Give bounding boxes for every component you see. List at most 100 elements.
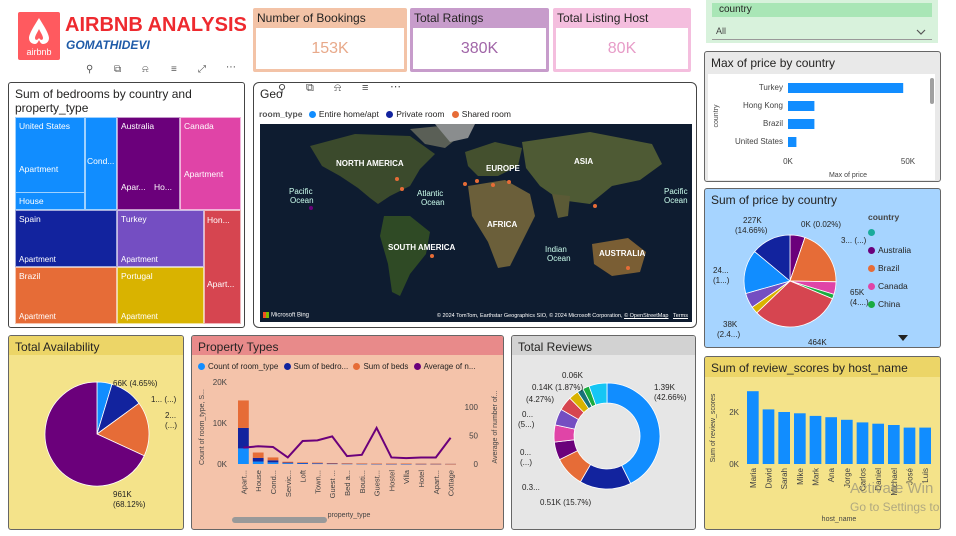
map-toolbar: ⚲ ⧉ ⍾ ≡ ⋯ [278,83,408,96]
property-types-chart[interactable]: Apart... House Cond... Servic... Loft Town...… [192,372,504,530]
property-types-category-label: Guest ... [328,470,337,498]
treemap-tile-portugal[interactable]: Portugal Apartment [117,267,204,324]
property-types-bar [386,463,397,465]
country-slicer[interactable]: country All [706,0,938,43]
treemap-tile-us-house[interactable]: House [15,192,85,210]
kpi-ratings[interactable]: Total Ratings 380K [410,8,549,72]
treemap-label-us-apartment: Apartment [19,164,59,174]
treemap-card[interactable]: Sum of bedrooms by country and property_… [8,82,245,328]
property-types-category-label: Hostel [387,470,396,492]
sum-price-card[interactable]: Sum of price by country 227K (14.66%) 0K (… [704,188,941,348]
property-types-legend: Count of room_type Sum of bedro... Sum o… [198,362,475,371]
pin-icon[interactable]: ⚲ [86,64,93,75]
availability-chart[interactable]: 66K (4.65%) 1... (...) 2...(...) 961K(68.12… [9,356,184,530]
property-types-category-label: Apart... [239,470,248,494]
watermark-line1: Activate Win [850,480,934,497]
treemap-tile-turkey[interactable]: Turkey Apartment [117,210,204,267]
availability-card[interactable]: Total Availability 66K (4.65%) 1... (...)… [8,335,184,530]
availability-data-label: 1... (...) [151,395,177,404]
horizontal-scrollbar[interactable] [232,517,327,523]
world-map-svg[interactable]: NORTH AMERICA EUROPE ASIA AFRICA SOUTH A… [260,124,692,322]
reviews-title: Total Reviews [518,340,593,354]
property-types-bar [267,457,279,461]
property-types-y-left-label: Count of room_type, S... [199,389,206,465]
legend-dot-icon [386,111,394,119]
map-more-icon[interactable]: ⋯ [390,83,401,93]
reviews-card[interactable]: Total Reviews 1.39K (42.66%) 0.06K 0.14K (1… [511,335,696,530]
slicer-dropdown[interactable]: All [712,23,932,40]
treemap-tile-brazil[interactable]: Brazil Apartment [15,267,117,324]
property-types-category-label: Hotel [417,470,426,488]
max-price-bar [788,83,904,93]
max-price-x-axis-label: Max of price [829,172,867,179]
copy-icon[interactable]: ⧉ [114,64,121,75]
legend-dot-icon [868,229,875,237]
sum-price-legend-item: Australia [868,241,911,259]
osm-link[interactable]: © OpenStreetMap [624,313,668,319]
expand-icon[interactable]: ⤢ [198,64,206,75]
treemap-tile-spain[interactable]: Spain Apartment [15,210,117,267]
treemap-label-us-house: House [19,196,44,206]
property-types-category-label: Town... [313,470,322,494]
property-types-bar [238,400,249,428]
header-panel: airbnb AIRBNB ANALYSIS GOMATHIDEVI [11,10,247,68]
property-types-right-tick: 50 [469,432,478,441]
review-scores-title: Sum of review_scores by host_name [711,361,908,375]
more-options-icon[interactable]: ⋯ [226,62,236,73]
max-price-card[interactable]: Max of price by country Turkey Hong Kong B… [704,51,941,182]
review-scores-category-label: Ana [827,467,836,482]
treemap-tile-hong-kong[interactable]: Hon... Apart... [204,210,241,324]
reviews-chart[interactable]: 1.39K(42.66%) 0.06K 0.14K (1.87%) (4.27%) 0.… [512,356,696,530]
map-copy-icon[interactable]: ⧉ [306,83,314,95]
chevron-down-icon[interactable] [916,29,926,35]
map-label-pacific-e1: Pacific [664,187,688,196]
property-types-bar [267,460,279,463]
legend-scroll-down-icon[interactable] [898,335,908,341]
map-filter-icon[interactable]: ≡ [362,83,368,94]
reviews-data-label: 0... [522,410,533,419]
map-pin-icon[interactable]: ⚲ [278,83,286,95]
property-types-bar [238,448,249,464]
kpi-hosts[interactable]: Total Listing Host 80K [553,8,691,72]
legend-dot-icon [868,301,875,309]
treemap-tile-us-condo[interactable]: Cond... [85,117,117,210]
kpi-bookings[interactable]: Number of Bookings 153K [253,8,407,72]
treemap-label-au-house: Ho... [154,182,172,192]
kpi-ratings-value: 380K [413,28,546,69]
map-card[interactable]: Geo ⚲ ⧉ ⍾ ≡ ⋯ room_type Entire home/apt … [253,82,697,328]
reviews-data-label: (...) [520,458,532,467]
property-types-left-tick: 20K [213,378,228,387]
property-types-bar [297,462,308,464]
availability-data-label: 66K (4.65%) [113,379,158,388]
terms-link[interactable]: Terms [673,313,688,319]
map-bell-icon[interactable]: ⍾ [334,83,341,95]
treemap-label-ca-apartment: Apartment [184,169,224,179]
treemap-tile-canada[interactable]: Canada Apartment [180,117,241,210]
bell-icon[interactable]: ⍾ [142,64,149,75]
property-types-bar [252,452,264,458]
review-scores-category-label: Sarah [780,468,789,489]
treemap-title-line1: Sum of bedrooms by country and [15,87,192,101]
legend-dot-icon [198,363,205,371]
property-types-bar [326,463,338,464]
property-types-category-label: Apart... [432,470,441,494]
legend-shared-room: Shared room [451,109,511,119]
property-types-card[interactable]: Property Types Count of room_type Sum of… [191,335,504,530]
property-types-average-line [243,425,452,460]
world-map[interactable]: NORTH AMERICA EUROPE ASIA AFRICA SOUTH A… [260,124,692,322]
property-types-left-tick: 0K [217,460,227,469]
legend-dot-icon [868,265,875,273]
property-types-right-tick: 100 [465,403,479,412]
pt-legend-beds: Sum of beds [353,362,408,371]
review-scores-category-label: Maria [749,467,758,488]
max-price-plot[interactable]: Turkey Hong Kong Brazil United States 0K 50K M… [708,74,935,180]
sum-price-data-label: 3... (...) [841,236,867,245]
map-legend-title: room_type [259,109,303,119]
legend-private-room: Private room [386,109,444,119]
filter-icon[interactable]: ≡ [171,64,177,75]
treemap-tile-australia[interactable]: Australia Apar... Ho... [117,117,180,210]
treemap-label-hk-apartment: Apart... [207,279,235,289]
property-types-category-label: House [254,470,263,492]
treemap-chart[interactable]: United States Apartment House Cond... Au… [15,117,241,324]
max-price-chart[interactable]: Turkey Hong Kong Brazil United States 0K 50K M… [708,74,935,180]
